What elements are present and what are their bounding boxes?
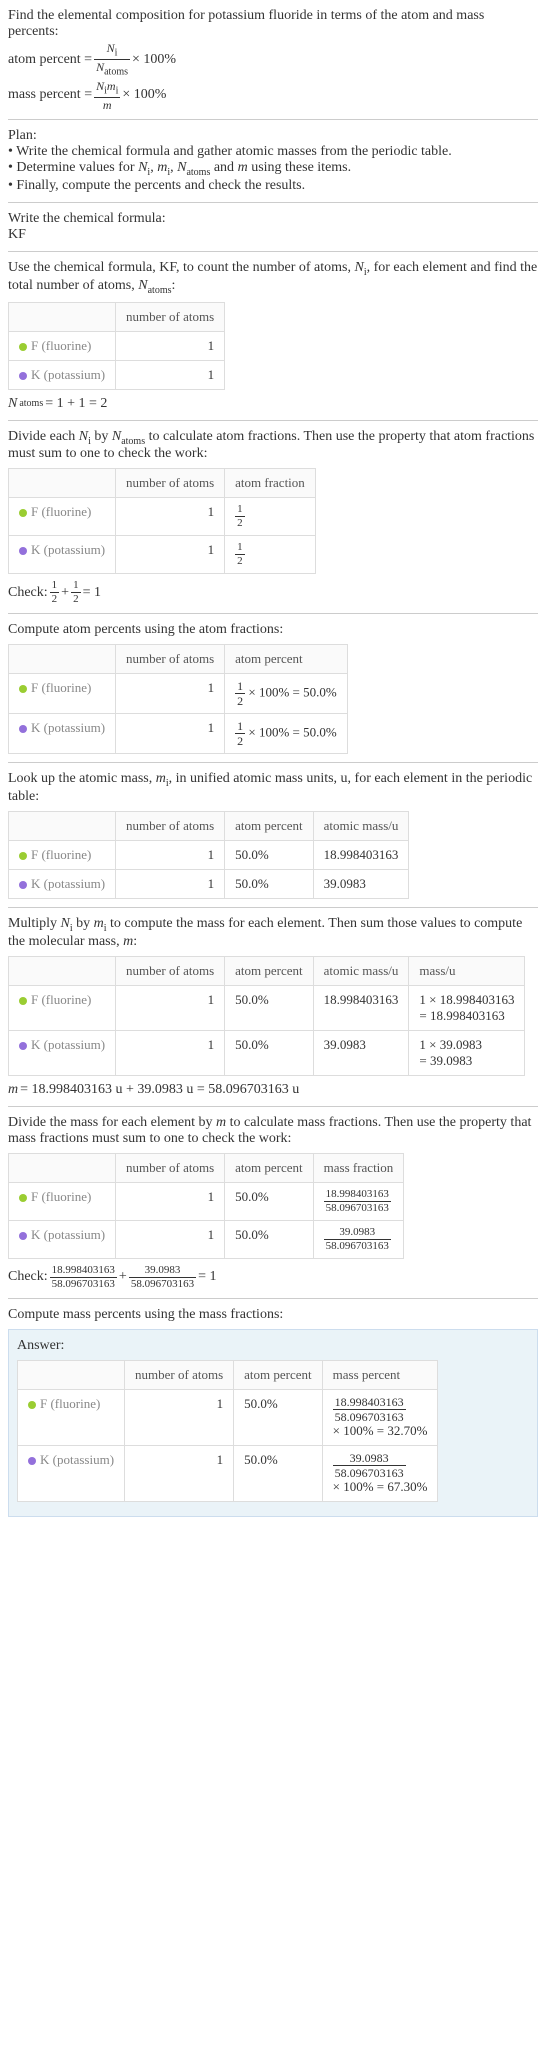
dot-icon	[19, 997, 27, 1005]
dot-icon	[19, 343, 27, 351]
intro-title: Find the elemental composition for potas…	[8, 8, 538, 40]
massfrac-table: number of atomsatom percentmass fraction…	[8, 1153, 404, 1259]
plan-b3: • Finally, compute the percents and chec…	[8, 178, 538, 194]
atomicmass-table: number of atomsatom percentatomic mass/u…	[8, 811, 409, 899]
divider	[8, 613, 538, 614]
dot-icon	[19, 509, 27, 517]
atompct-table: number of atomsatom percent F (fluorine)…	[8, 644, 348, 754]
dot-icon	[19, 1232, 27, 1240]
table-row: K (potassium) 1 50.0% 39.0983 1 × 39.098…	[9, 1030, 525, 1075]
count-intro: Use the chemical formula, KF, to count t…	[8, 260, 538, 296]
divider	[8, 1298, 538, 1299]
massfrac-check: Check: 18.99840316358.096703163 + 39.098…	[8, 1265, 538, 1290]
atom-percents: Compute atom percents using the atom fra…	[8, 622, 538, 754]
answer-table: number of atomsatom percentmass percent …	[17, 1360, 438, 1502]
massmul-intro: Multiply Ni by mi to compute the mass fo…	[8, 916, 538, 950]
mass-percents: Compute mass percents using the mass fra…	[8, 1307, 538, 1323]
atomic-masses: Look up the atomic mass, mi, in unified …	[8, 771, 538, 899]
dot-icon	[19, 372, 27, 380]
dot-icon	[19, 547, 27, 555]
table-row: F (fluorine) 1 50.0% 18.99840316358.0967…	[18, 1389, 438, 1445]
massfrac-intro: Divide the mass for each element by m to…	[8, 1115, 538, 1147]
dot-icon	[19, 685, 27, 693]
table-row: F (fluorine) 1	[9, 331, 225, 360]
plan-b2: • Determine values for Ni, mi, Natoms an…	[8, 160, 538, 178]
mass-multiply: Multiply Ni by mi to compute the mass fo…	[8, 916, 538, 1098]
divider	[8, 251, 538, 252]
count-table: number of atoms F (fluorine) 1 K (potass…	[8, 302, 225, 390]
divider	[8, 907, 538, 908]
atomfrac-intro: Divide each Ni by Natoms to calculate at…	[8, 429, 538, 463]
answer-box: Answer: number of atomsatom percentmass …	[8, 1329, 538, 1517]
atomfrac-table: number of atomsatom fraction F (fluorine…	[8, 468, 316, 574]
divider	[8, 1106, 538, 1107]
answer-heading: Answer:	[17, 1338, 529, 1354]
dot-icon	[28, 1457, 36, 1465]
formula-value: KF	[8, 227, 538, 243]
massmul-sum: m = 18.998403163 u + 39.0983 u = 58.0967…	[8, 1082, 538, 1098]
table-row: K (potassium) 1 50.0% 39.0983	[9, 870, 409, 899]
divider	[8, 119, 538, 120]
mass-percent-def: mass percent = Nimi m × 100%	[8, 80, 538, 111]
formula: Write the chemical formula: KF	[8, 211, 538, 243]
table-row: F (fluorine) 1 12	[9, 498, 316, 536]
table-row: K (potassium) 1 12 × 100% = 50.0%	[9, 714, 348, 754]
dot-icon	[19, 881, 27, 889]
dot-icon	[19, 852, 27, 860]
intro: Find the elemental composition for potas…	[8, 8, 538, 111]
atomfrac-check: Check: 12 + 12 = 1	[8, 580, 538, 605]
atomicmass-intro: Look up the atomic mass, mi, in unified …	[8, 771, 538, 805]
table-row: F (fluorine) 1 50.0% 18.998403163 1 × 18…	[9, 985, 525, 1030]
dot-icon	[28, 1401, 36, 1409]
table-row: K (potassium) 1 50.0% 39.098358.09670316…	[9, 1220, 404, 1258]
mass-fractions: Divide the mass for each element by m to…	[8, 1115, 538, 1290]
masspct-intro: Compute mass percents using the mass fra…	[8, 1307, 538, 1323]
table-row: K (potassium) 1 12	[9, 536, 316, 574]
plan-b1: • Write the chemical formula and gather …	[8, 144, 538, 160]
dot-icon	[19, 1194, 27, 1202]
plan-heading: Plan:	[8, 128, 538, 144]
table-row: F (fluorine) 1 50.0% 18.998403163	[9, 841, 409, 870]
count-sum: Natoms = 1 + 1 = 2	[8, 396, 538, 412]
divider	[8, 762, 538, 763]
table-row: F (fluorine) 1 12 × 100% = 50.0%	[9, 674, 348, 714]
dot-icon	[19, 1042, 27, 1050]
divider	[8, 202, 538, 203]
atompct-intro: Compute atom percents using the atom fra…	[8, 622, 538, 638]
mass-percent-frac: Nimi m	[94, 80, 120, 111]
formula-heading: Write the chemical formula:	[8, 211, 538, 227]
atom-percent-def: atom percent = Ni Natoms × 100%	[8, 42, 538, 78]
table-row: K (potassium) 1	[9, 360, 225, 389]
table-row: K (potassium) 1 50.0% 39.098358.09670316…	[18, 1445, 438, 1501]
atom-fractions: Divide each Ni by Natoms to calculate at…	[8, 429, 538, 606]
dot-icon	[19, 725, 27, 733]
count-atoms: Use the chemical formula, KF, to count t…	[8, 260, 538, 412]
divider	[8, 420, 538, 421]
table-row: F (fluorine) 1 50.0% 18.99840316358.0967…	[9, 1182, 404, 1220]
plan: Plan: • Write the chemical formula and g…	[8, 128, 538, 194]
atom-percent-frac: Ni Natoms	[94, 42, 130, 78]
massmul-table: number of atomsatom percentatomic mass/u…	[8, 956, 525, 1076]
